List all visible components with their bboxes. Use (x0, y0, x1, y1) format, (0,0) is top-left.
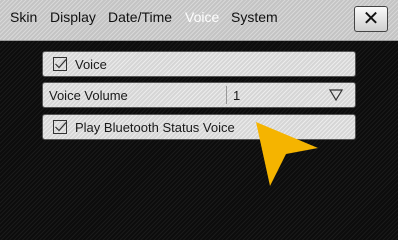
tab-system[interactable]: System (231, 9, 278, 25)
close-icon: ✕ (362, 8, 380, 30)
voice-settings-panel: Voice Voice Volume 1 Play Bluetooth Stat… (0, 41, 398, 240)
tab-date-time[interactable]: Date/Time (108, 9, 172, 25)
voice-volume-row[interactable]: Voice Volume 1 (42, 82, 356, 108)
tab-display[interactable]: Display (50, 9, 96, 25)
bluetooth-status-voice-label: Play Bluetooth Status Voice (75, 120, 235, 135)
voice-label: Voice (75, 57, 107, 72)
close-button[interactable]: ✕ (354, 6, 388, 32)
tab-skin[interactable]: Skin (10, 9, 37, 25)
triangle-down-icon[interactable] (329, 89, 343, 101)
voice-volume-label: Voice Volume (49, 88, 128, 103)
voice-volume-value: 1 (233, 88, 241, 103)
checkbox-icon[interactable] (53, 57, 67, 71)
voice-toggle-row[interactable]: Voice (42, 51, 356, 77)
checkbox-icon[interactable] (53, 120, 67, 134)
pointer-arrow-icon (256, 122, 318, 186)
divider (226, 86, 227, 104)
settings-header: Skin Display Date/Time Voice System ✕ (0, 0, 398, 41)
tab-voice[interactable]: Voice (185, 9, 219, 25)
